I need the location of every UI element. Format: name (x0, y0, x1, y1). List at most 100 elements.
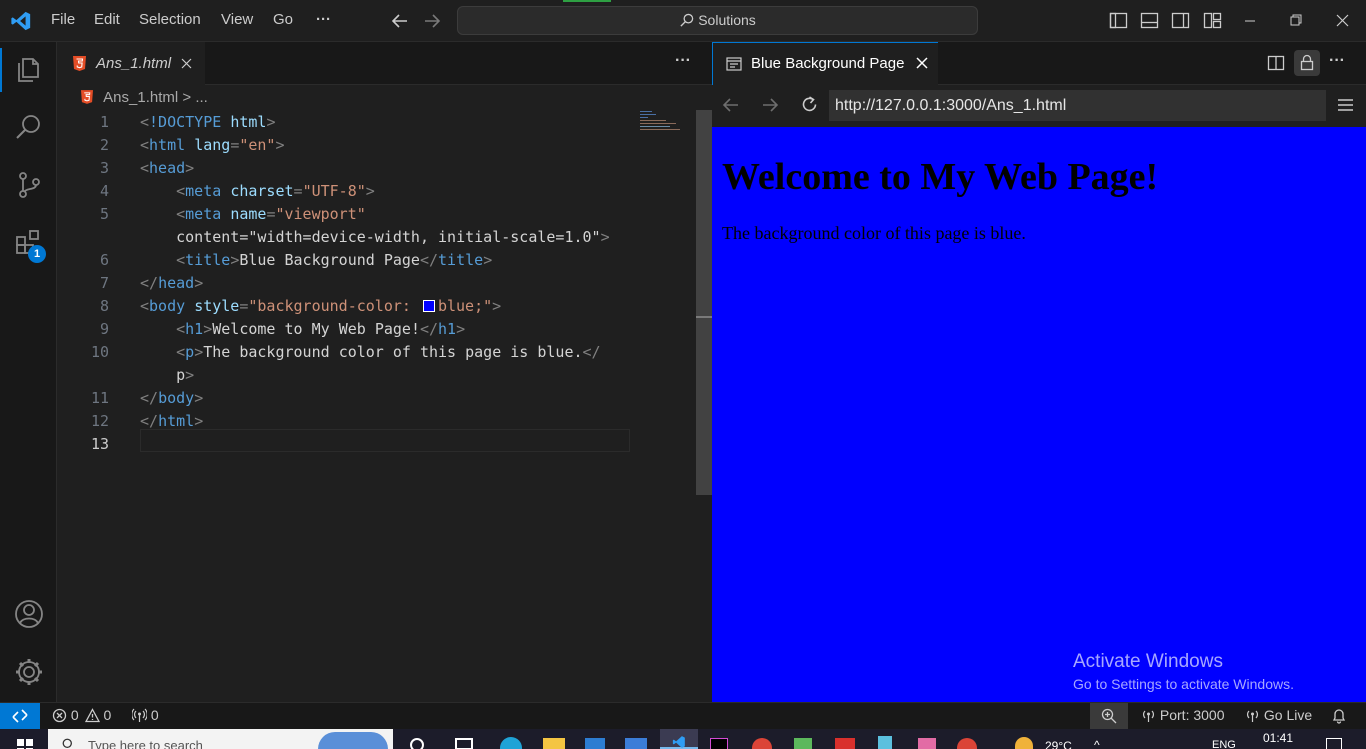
app-icon-blue[interactable] (878, 736, 892, 749)
store-icon[interactable] (585, 738, 605, 749)
taskbar-search-box[interactable]: Type here to search (48, 729, 393, 749)
search-icon[interactable] (14, 112, 44, 142)
close-window-icon[interactable] (1336, 14, 1349, 27)
remote-indicator-button[interactable] (0, 703, 40, 729)
mail-icon[interactable] (625, 738, 647, 749)
edge-icon[interactable] (500, 737, 522, 749)
code-line[interactable]: <title>Blue Background Page</title> (140, 251, 492, 269)
code-line[interactable]: p> (140, 366, 194, 384)
menu-file[interactable]: File (51, 11, 75, 28)
task-view-icon[interactable] (455, 738, 473, 749)
forward-arrow-icon[interactable] (423, 12, 441, 30)
breadcrumb: Ans_1.html > ... (81, 89, 208, 109)
search-icon (680, 13, 694, 27)
editor-tab-bar: Ans_1.html ··· (57, 42, 712, 85)
code-line[interactable]: <p>The background color of this page is … (140, 343, 600, 361)
port-status[interactable]: Port: 3000 (1141, 707, 1225, 723)
editor-more-actions-button[interactable]: ··· (675, 52, 691, 70)
clock-time[interactable]: 01:41 (1263, 731, 1293, 745)
activate-windows-watermark: Activate Windows Go to Settings to activ… (1073, 651, 1294, 692)
tray-chevron-icon[interactable]: ^ (1094, 738, 1100, 749)
minimap[interactable] (640, 109, 690, 139)
warning-count: 0 (103, 707, 112, 723)
code-editor[interactable]: Ans_1.html > ... 1 2 3 4 5 6 7 8 9 10 11 12 13 <!DOC… (57, 85, 712, 702)
preview-more-actions-button[interactable]: ··· (1329, 52, 1345, 70)
language-indicator[interactable]: ENG (1212, 739, 1236, 749)
activity-bar: 1 (0, 42, 57, 702)
reload-icon[interactable] (800, 95, 819, 114)
html5-icon (73, 56, 86, 71)
lock-icon (1300, 54, 1314, 71)
menu-more-button[interactable]: ··· (316, 11, 331, 28)
code-line[interactable]: </body> (140, 389, 203, 407)
line-number: 4 (99, 182, 109, 200)
code-line[interactable]: </html> (140, 412, 203, 430)
ports-indicator[interactable]: 0 (131, 707, 159, 723)
url-input[interactable]: http://127.0.0.1:3000/Ans_1.html (829, 90, 1326, 121)
active-indicator (0, 48, 2, 92)
code-line[interactable]: <meta charset="UTF-8"> (140, 182, 375, 200)
toggle-secondary-sidebar-icon[interactable] (1171, 11, 1190, 30)
split-editor-icon[interactable] (1267, 54, 1285, 72)
broadcast-icon (1247, 710, 1258, 722)
windows-start-icon[interactable] (17, 739, 33, 749)
breadcrumb-separator: > (182, 89, 192, 106)
vertical-scrollbar[interactable] (696, 110, 712, 495)
notifications-bell-icon[interactable] (1331, 708, 1347, 724)
progress-indicator (563, 0, 611, 2)
code-line[interactable]: content="width=device-width, initial-sca… (140, 228, 609, 246)
settings-gear-icon[interactable] (13, 656, 45, 688)
chrome-icon-2[interactable] (957, 738, 977, 749)
menu-go[interactable]: Go (273, 11, 293, 28)
app-icon-green[interactable] (794, 738, 812, 749)
line-number: 13 (90, 435, 109, 453)
code-line[interactable]: <meta name="viewport" (140, 205, 366, 223)
app-icon-pink[interactable] (918, 738, 936, 749)
vscode-taskbar-button[interactable] (660, 729, 698, 749)
toggle-primary-sidebar-icon[interactable] (1109, 11, 1128, 30)
lock-group-button[interactable] (1294, 50, 1320, 76)
zoom-button[interactable] (1090, 703, 1128, 729)
vscode-logo-icon (11, 11, 31, 31)
menu-hamburger-icon[interactable] (1337, 97, 1354, 113)
minimize-icon[interactable] (1244, 15, 1256, 27)
code-line[interactable]: <h1>Welcome to My Web Page!</h1> (140, 320, 465, 338)
intellij-icon[interactable] (710, 738, 728, 749)
go-live-button[interactable]: Go Live (1245, 707, 1312, 723)
file-explorer-icon[interactable] (543, 738, 565, 749)
back-arrow-icon[interactable] (391, 12, 409, 30)
explorer-icon[interactable] (14, 54, 44, 84)
notification-center-icon[interactable] (1326, 738, 1342, 749)
tab-ans-1-html[interactable]: Ans_1.html (57, 42, 205, 85)
breadcrumb-more[interactable]: ... (195, 89, 208, 106)
weather-icon[interactable] (1015, 737, 1033, 749)
code-line[interactable]: <body style="background-color: blue;"> (140, 297, 501, 315)
code-line[interactable]: </head> (140, 274, 203, 292)
menu-edit[interactable]: Edit (94, 11, 120, 28)
tab-blue-background-page[interactable]: Blue Background Page (712, 42, 938, 85)
restore-icon[interactable] (1290, 14, 1302, 26)
close-tab-icon[interactable] (916, 57, 928, 69)
menu-view[interactable]: View (221, 11, 253, 28)
menu-selection[interactable]: Selection (139, 11, 201, 28)
toggle-panel-icon[interactable] (1140, 11, 1159, 30)
problems-indicator[interactable]: 0 0 (52, 707, 111, 723)
preview-page[interactable]: Welcome to My Web Page! The background c… (712, 127, 1366, 702)
forward-arrow-icon[interactable] (761, 96, 779, 114)
cortana-icon[interactable] (410, 738, 424, 749)
line-number: 1 (99, 113, 109, 131)
code-line[interactable]: <html lang="en"> (140, 136, 285, 154)
line-number: 11 (90, 389, 109, 407)
close-tab-icon[interactable] (181, 58, 192, 69)
breadcrumb-file[interactable]: Ans_1.html (103, 89, 178, 106)
back-arrow-icon[interactable] (722, 96, 740, 114)
source-control-icon[interactable] (14, 170, 44, 200)
app-icon-red[interactable] (835, 738, 855, 749)
accounts-icon[interactable] (13, 598, 45, 630)
code-line[interactable]: <head> (140, 159, 194, 177)
code-line[interactable]: <!DOCTYPE html> (140, 113, 275, 131)
watermark-title: Activate Windows (1073, 651, 1223, 672)
chrome-icon[interactable] (752, 738, 772, 749)
customize-layout-icon[interactable] (1203, 11, 1222, 30)
command-center-search[interactable]: Solutions (457, 6, 978, 35)
